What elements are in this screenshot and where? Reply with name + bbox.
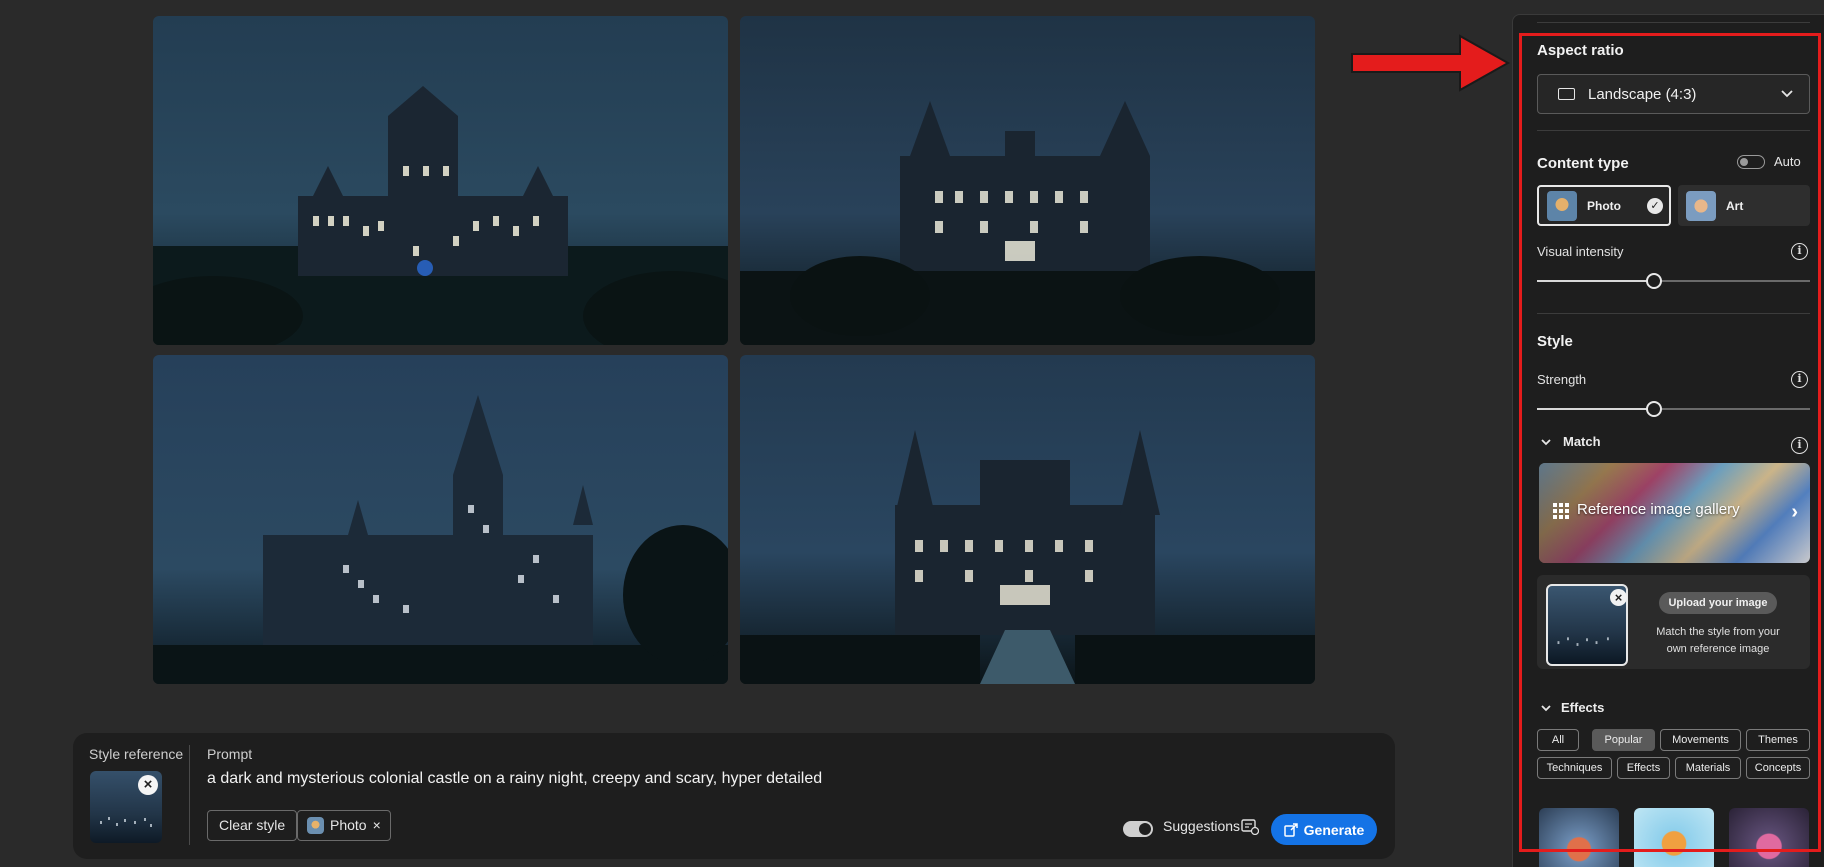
effect-thumbnail[interactable] <box>1539 808 1619 867</box>
aspect-ratio-select[interactable]: Landscape (4:3) <box>1537 74 1810 114</box>
effect-thumbnail[interactable] <box>1634 808 1714 867</box>
prompt-input[interactable]: a dark and mysterious colonial castle on… <box>207 770 822 788</box>
effects-tab-techniques[interactable]: Techniques <box>1537 757 1612 779</box>
prompt-bar: Style reference × Prompt a dark and myst… <box>73 733 1395 859</box>
generated-image-3[interactable] <box>153 355 728 684</box>
divider <box>189 745 190 845</box>
clear-style-button[interactable]: Clear style <box>207 810 298 841</box>
photo-chip-remove-icon[interactable]: × <box>373 811 381 840</box>
strength-slider[interactable] <box>1537 401 1810 417</box>
upload-reference-box: × Upload your image Match the style from… <box>1537 575 1810 669</box>
effects-title[interactable]: Effects <box>1561 700 1604 715</box>
annotation-arrow-icon <box>1351 34 1510 92</box>
generated-image-4[interactable] <box>740 355 1315 684</box>
upload-description: Match the style from your own reference … <box>1656 626 1780 655</box>
suggestions-label: Suggestions <box>1163 818 1241 834</box>
generate-label: Generate <box>1303 821 1365 838</box>
photo-chip[interactable]: Photo × <box>297 810 391 841</box>
art-thumbnail-icon <box>1686 190 1716 221</box>
match-info-icon[interactable]: i <box>1791 437 1808 454</box>
effects-tab-effects[interactable]: Effects <box>1617 757 1670 779</box>
visual-intensity-fill <box>1537 280 1655 282</box>
checkmark-icon: ✓ <box>1647 198 1663 214</box>
photo-chip-label: Photo <box>330 817 367 833</box>
visual-intensity-slider[interactable] <box>1537 273 1810 289</box>
visual-intensity-info-icon[interactable]: i <box>1791 243 1808 260</box>
upload-image-button[interactable]: Upload your image <box>1659 592 1777 614</box>
photo-chip-icon <box>307 817 324 834</box>
generated-image-2[interactable] <box>740 16 1315 345</box>
chevron-right-icon: › <box>1791 501 1798 523</box>
aspect-ratio-value: Landscape (4:3) <box>1588 86 1697 103</box>
effect-thumbnail[interactable] <box>1729 808 1809 867</box>
suggestions-toggle[interactable] <box>1123 821 1153 837</box>
reference-image-gallery-label: Reference image gallery <box>1577 501 1740 518</box>
effects-tab-popular[interactable]: Popular <box>1592 729 1655 751</box>
content-type-photo-label: Photo <box>1587 198 1621 213</box>
prompt-label: Prompt <box>207 746 253 762</box>
style-title: Style <box>1537 333 1573 350</box>
auto-label: Auto <box>1774 154 1801 169</box>
content-type-title: Content type <box>1537 155 1629 172</box>
effects-tab-all[interactable]: All <box>1537 729 1579 751</box>
visual-intensity-label: Visual intensity <box>1537 244 1624 259</box>
content-type-art-label: Art <box>1726 198 1744 213</box>
content-type-photo[interactable]: Photo ✓ <box>1537 185 1671 226</box>
landscape-icon <box>1558 88 1575 100</box>
content-type-art[interactable]: Art <box>1678 185 1810 226</box>
chevron-down-icon[interactable] <box>1540 436 1552 448</box>
reference-image-gallery[interactable]: Reference image gallery › <box>1539 463 1810 563</box>
effects-tab-concepts[interactable]: Concepts <box>1746 757 1810 779</box>
photo-thumbnail-icon <box>1547 190 1577 221</box>
strength-label: Strength <box>1537 372 1587 387</box>
strength-fill <box>1537 408 1655 410</box>
match-label[interactable]: Match <box>1563 434 1601 449</box>
auto-toggle[interactable] <box>1737 155 1765 169</box>
generated-image-1[interactable] <box>153 16 728 345</box>
effects-tab-movements[interactable]: Movements <box>1660 729 1741 751</box>
aspect-ratio-title: Aspect ratio <box>1537 42 1624 59</box>
generate-icon <box>1283 822 1298 837</box>
chevron-down-icon <box>1781 90 1793 98</box>
suggestions-info-icon[interactable] <box>1241 819 1259 835</box>
remove-style-reference-icon[interactable]: × <box>138 775 158 795</box>
remove-uploaded-image-icon[interactable]: × <box>1610 589 1627 606</box>
style-reference-label: Style reference <box>89 746 184 762</box>
effects-tab-materials[interactable]: Materials <box>1675 757 1741 779</box>
divider <box>1537 130 1810 131</box>
effects-tab-themes[interactable]: Themes <box>1746 729 1810 751</box>
chevron-down-icon[interactable] <box>1540 702 1552 714</box>
generate-button[interactable]: Generate <box>1271 814 1377 845</box>
divider <box>1537 22 1810 23</box>
divider <box>1537 313 1810 314</box>
grid-icon <box>1553 503 1569 519</box>
strength-info-icon[interactable]: i <box>1791 371 1808 388</box>
